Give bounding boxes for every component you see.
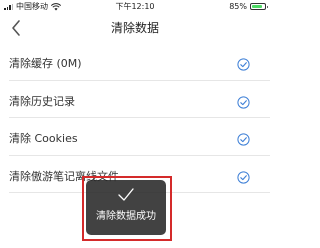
status-bar: 中国移动 下午12:10 85%	[0, 0, 270, 13]
battery-icon	[250, 3, 268, 10]
toast-message: 清除数据成功	[96, 211, 156, 222]
option-label: 清除缓存 (0M)	[9, 57, 82, 70]
option-clear-cache[interactable]: 清除缓存 (0M)	[9, 43, 270, 81]
checkmark-icon	[118, 188, 134, 201]
check-circle-icon[interactable]	[237, 170, 250, 184]
status-right: 85%	[229, 0, 268, 13]
nav-bar: 清除数据	[0, 13, 270, 43]
option-label: 清除历史记录	[9, 94, 75, 108]
battery-fill	[252, 5, 263, 8]
clear-data-screen: 中国移动 下午12:10 85% 清除数据 清除缓存 (0M) 清除历史记录 清…	[0, 0, 270, 248]
clear-options-list: 清除缓存 (0M) 清除历史记录 清除 Cookies 清除傲游笔记离线文件	[0, 43, 270, 193]
option-clear-cookies[interactable]: 清除 Cookies	[9, 118, 270, 156]
option-clear-history[interactable]: 清除历史记录	[9, 81, 270, 118]
success-toast: 清除数据成功	[86, 180, 166, 235]
option-label: 清除 Cookies	[9, 132, 78, 145]
check-circle-icon[interactable]	[237, 58, 250, 71]
battery-percent: 85%	[229, 2, 247, 11]
page-title: 清除数据	[110, 21, 159, 35]
check-circle-icon[interactable]	[237, 95, 250, 109]
check-circle-icon[interactable]	[237, 133, 250, 146]
